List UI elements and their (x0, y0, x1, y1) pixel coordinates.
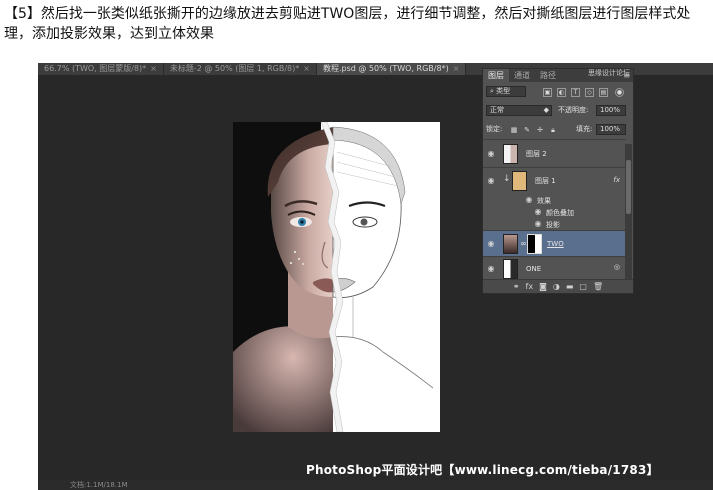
layer-name: 图层 2 (526, 150, 547, 158)
eye-icon[interactable]: ◉ (486, 264, 496, 273)
effect-row-color-overlay[interactable]: ◉ 颜色叠加 (483, 206, 626, 218)
layer-name: ONE (526, 265, 542, 273)
filter-toggle-icon[interactable]: ● (615, 88, 624, 97)
lock-row: 锁定: ▦ ✎ ✛ 🔒︎ 填充: 100% (483, 123, 633, 137)
opacity-label: 不透明度: (558, 106, 589, 114)
smart-object-filter-icon[interactable]: ▤ (599, 88, 608, 97)
watermark-corner: 思缘设计论坛 (588, 69, 630, 77)
mask-icon[interactable]: ◙ (539, 280, 547, 293)
adjustment-filter-icon[interactable]: ◐ (557, 88, 566, 97)
layer-thumbnail (512, 171, 527, 191)
filter-kind-label: 类型 (496, 87, 511, 95)
caption-line-1: 【5】然后找一张类似纸张撕开的边缘放进去剪贴进TWO图层，进行细节调整，然后对撕… (4, 6, 691, 22)
fill-label: 填充: (576, 125, 593, 133)
shape-filter-icon[interactable]: ◇ (585, 88, 594, 97)
folder-icon[interactable]: ▬ (566, 280, 574, 293)
layer-row-layer-2[interactable]: ◉ 图层 2 (483, 139, 626, 167)
fill-value: 100% (600, 125, 621, 133)
layer-row-two-selected[interactable]: ◉ ∞ TWO (483, 230, 626, 256)
pixel-filter-icon[interactable]: ▣ (543, 88, 552, 97)
canvas-document[interactable] (233, 122, 440, 432)
layers-scrollbar[interactable] (625, 144, 632, 280)
tab-document-3[interactable]: 教程.psd @ 50% (TWO, RGB/8*) × (316, 63, 467, 75)
watermark-text: PhotoShop平面设计吧【www.linecg.com/tieba/1783… (306, 463, 659, 477)
opacity-input[interactable]: 100% (596, 105, 626, 116)
adjustment-icon[interactable]: ◑ (553, 280, 560, 293)
lock-transparency-icon[interactable]: ▦ (510, 126, 518, 134)
tab-paths[interactable]: 路径 (535, 69, 561, 82)
effects-label: 效果 (537, 197, 551, 205)
effect-name: 投影 (546, 221, 560, 229)
tutorial-caption: 【5】然后找一张类似纸张撕开的边缘放进去剪贴进TWO图层，进行细节调整，然后对撕… (4, 4, 709, 44)
eye-icon[interactable]: ◉ (533, 207, 543, 216)
eye-icon[interactable]: ◉ (524, 195, 534, 204)
fx-icon[interactable]: fx (526, 280, 534, 293)
filter-row: ⌕ 类型 ▣ ◐ T ◇ ▤ ● (483, 85, 633, 99)
close-icon[interactable]: × (150, 64, 157, 73)
tab-label: 教程.psd @ 50% (TWO, RGB/8*) (322, 64, 449, 73)
effect-row-drop-shadow[interactable]: ◉ 投影 (483, 218, 626, 230)
photoshop-window: 66.7% (TWO, 图层蒙版/8)* × 未标题-2 @ 50% (图层 1,… (38, 63, 713, 490)
tab-document-2[interactable]: 未标题-2 @ 50% (图层 1, RGB/8)* × (164, 63, 317, 75)
layer-name: 图层 1 (535, 177, 556, 185)
layer-row-one[interactable]: ◉ ONE ◎ (483, 256, 626, 280)
portrait-artwork (233, 122, 440, 432)
chain-link-icon[interactable]: ∞ (520, 239, 527, 248)
tab-channels[interactable]: 通道 (509, 69, 535, 82)
filter-kind-select[interactable]: ⌕ 类型 (486, 86, 526, 97)
type-filter-icon[interactable]: T (571, 88, 580, 97)
blend-mode-select[interactable]: 正常 ◆ (486, 105, 552, 116)
layer-mask-thumbnail[interactable] (527, 234, 542, 254)
smart-object-icon: ◎ (613, 263, 620, 271)
eye-icon[interactable]: ◉ (486, 176, 496, 185)
close-icon[interactable]: × (303, 64, 310, 73)
lock-all-icon[interactable]: 🔒︎ (549, 126, 557, 134)
lock-pixels-icon[interactable]: ✎ (523, 126, 531, 134)
eye-icon[interactable]: ◉ (486, 239, 496, 248)
chevron-down-icon: ◆ (543, 106, 549, 114)
caption-line-2: 理，添加投影效果，达到立体效果 (4, 26, 214, 42)
layer-thumbnail (503, 259, 518, 279)
tab-label: 66.7% (TWO, 图层蒙版/8)* (44, 64, 147, 73)
trash-icon[interactable]: 🗑︎ (593, 280, 603, 293)
tab-label: 未标题-2 @ 50% (图层 1, RGB/8)* (169, 64, 300, 73)
layer-name: TWO (547, 240, 564, 248)
link-icon[interactable]: ⚭ (513, 280, 520, 293)
close-icon[interactable]: × (453, 64, 460, 73)
effect-name: 颜色叠加 (546, 209, 574, 217)
effects-row[interactable]: ◉ 效果 (483, 193, 626, 206)
tab-document-1[interactable]: 66.7% (TWO, 图层蒙版/8)* × (38, 63, 164, 75)
tab-layers[interactable]: 图层 (483, 69, 509, 82)
eye-icon[interactable]: ◉ (486, 149, 496, 158)
layer-thumbnail (503, 234, 518, 254)
status-bar: 文档:1.1M/18.1M (38, 480, 713, 490)
lock-position-icon[interactable]: ✛ (536, 126, 544, 134)
layer-row-layer-1[interactable]: ◉ ↓ 图层 1 fx (483, 167, 626, 193)
fx-icon[interactable]: fx (613, 176, 620, 184)
layer-thumbnail (503, 144, 518, 164)
new-layer-icon[interactable]: ▢ (579, 280, 587, 293)
eye-icon[interactable]: ◉ (533, 219, 543, 228)
scrollbar-thumb[interactable] (626, 160, 631, 214)
blend-row: 正常 ◆ 不透明度: 100% (483, 104, 633, 118)
lock-label: 锁定: (486, 125, 503, 133)
fill-input[interactable]: 100% (596, 124, 626, 135)
layers-bottom-toolbar: ⚭ fx ◙ ◑ ▬ ▢ 🗑︎ (483, 279, 633, 293)
layers-panel: 图层 通道 路径 ≡ 思缘设计论坛 ⌕ 类型 ▣ ◐ T ◇ ▤ ● 正常 ◆ 不… (482, 68, 634, 294)
clip-arrow-icon: ↓ (503, 174, 511, 184)
opacity-value: 100% (600, 106, 621, 114)
blend-mode-value: 正常 (490, 106, 504, 114)
